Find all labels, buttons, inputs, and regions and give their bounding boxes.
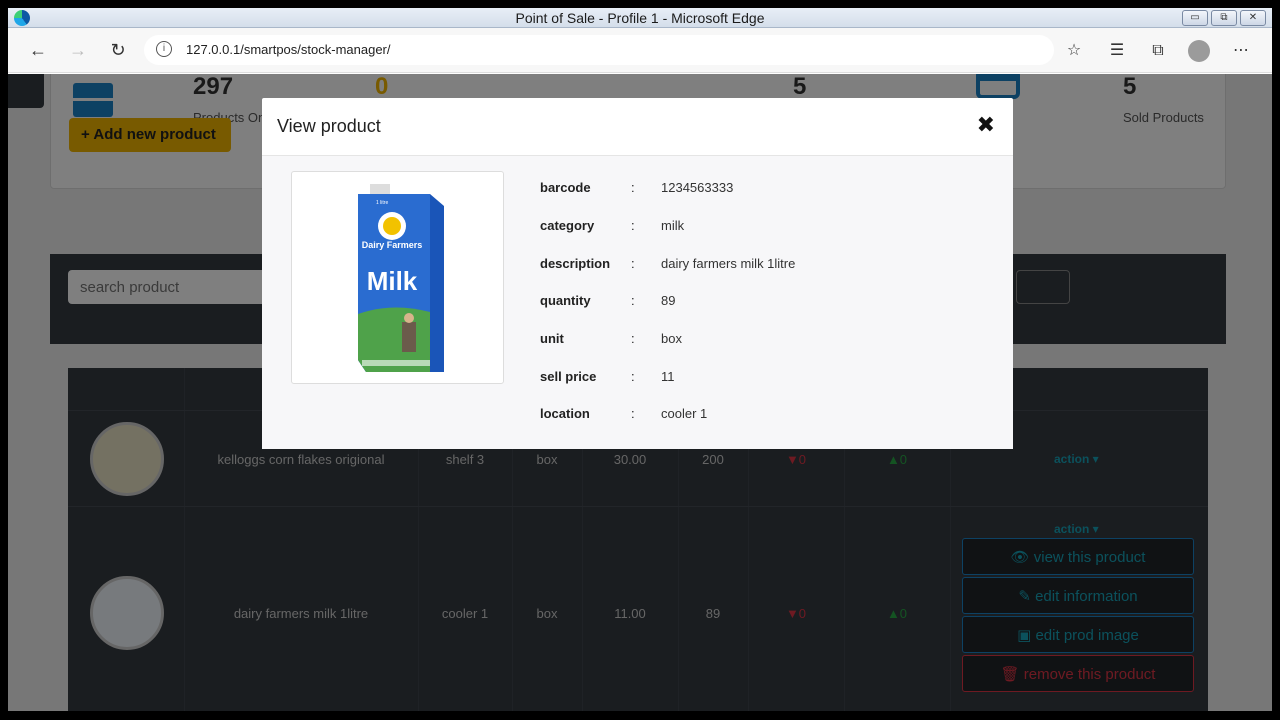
svg-text:Milk: Milk (367, 266, 418, 296)
close-icon[interactable]: ✖ (977, 112, 995, 138)
forward-icon[interactable]: → (66, 38, 90, 62)
close-window-button[interactable]: ✕ (1240, 10, 1266, 26)
address-bar: ← → ↻ i 127.0.0.1/smartpos/stock-manager… (8, 28, 1272, 73)
more-options-icon[interactable]: ⋯ (1230, 40, 1252, 62)
url-field[interactable]: i 127.0.0.1/smartpos/stock-manager/ (144, 35, 1054, 65)
milk-carton-image: Dairy Farmers Milk 1 litre (358, 184, 444, 372)
add-favorite-icon[interactable]: ☆ (1063, 40, 1085, 62)
modal-header: View product ✖ (262, 98, 1013, 156)
modal-title: View product (277, 116, 381, 136)
minimize-button[interactable]: ▭ (1182, 10, 1208, 26)
favorites-icon[interactable]: ☰ (1106, 40, 1128, 62)
svg-text:Dairy Farmers: Dairy Farmers (362, 240, 423, 250)
site-info-icon[interactable]: i (156, 41, 172, 57)
restore-button[interactable]: ⧉ (1211, 10, 1237, 26)
product-image: Dairy Farmers Milk 1 litre (291, 171, 504, 384)
refresh-icon[interactable]: ↻ (106, 38, 130, 62)
back-icon[interactable]: ← (26, 38, 50, 62)
url-text: 127.0.0.1/smartpos/stock-manager/ (186, 42, 391, 57)
view-product-modal: View product ✖ Dairy Farmers Milk 1 litr… (262, 98, 1013, 449)
svg-text:1 litre: 1 litre (376, 200, 388, 206)
collections-icon[interactable]: ⧉ (1147, 40, 1169, 62)
profile-avatar-icon[interactable] (1188, 40, 1210, 62)
browser-window: Point of Sale - Profile 1 - Microsoft Ed… (8, 8, 1272, 711)
modal-body: Dairy Farmers Milk 1 litre barcode : 123… (262, 156, 1013, 449)
window-title: Point of Sale - Profile 1 - Microsoft Ed… (515, 10, 765, 26)
page-content: 297 Products On 0 5 5 Sold Products + Ad… (8, 74, 1272, 711)
title-bar: Point of Sale - Profile 1 - Microsoft Ed… (8, 8, 1272, 28)
